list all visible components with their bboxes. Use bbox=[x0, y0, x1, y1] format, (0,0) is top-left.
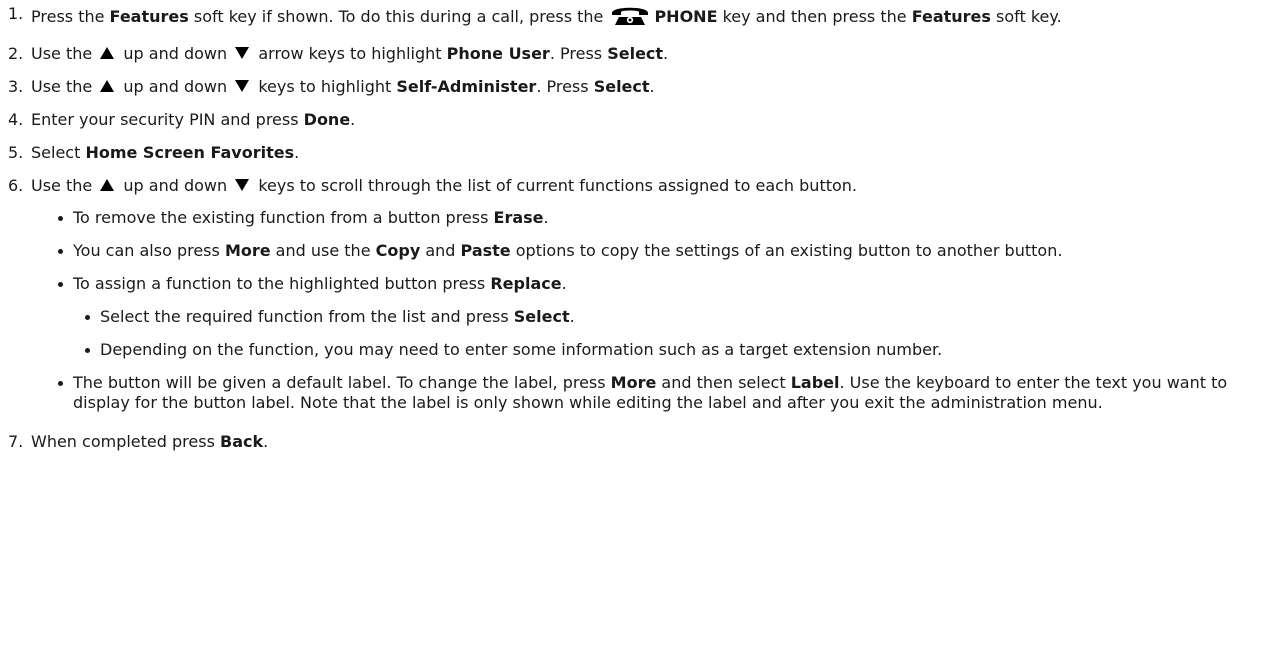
step-number: 3. bbox=[8, 77, 24, 96]
step-1: 1. Press the Features soft key if shown.… bbox=[8, 4, 1266, 31]
step-text: Select Home Screen Favorites. bbox=[31, 143, 300, 162]
arrow-up-icon bbox=[100, 179, 115, 191]
instructions-page: 1. Press the Features soft key if shown.… bbox=[0, 0, 1276, 666]
step-number: 4. bbox=[8, 110, 24, 129]
arrow-down-icon bbox=[235, 47, 250, 59]
step-text: When completed press Back. bbox=[31, 432, 269, 451]
step-number: 5. bbox=[8, 143, 24, 162]
step-3: 3. Use the up and down keys to highlight… bbox=[8, 77, 1266, 97]
bullet-replace: To assign a function to the highlighted … bbox=[58, 274, 1266, 360]
step-6: 6. Use the up and down keys to scroll th… bbox=[8, 176, 1266, 413]
arrow-down-icon bbox=[235, 80, 250, 92]
step-text: Use the up and down arrow keys to highli… bbox=[31, 44, 669, 63]
arrow-down-icon bbox=[235, 179, 250, 191]
step-text: Press the Features soft key if shown. To… bbox=[31, 4, 1266, 31]
sub-bullet-select: Select the required function from the li… bbox=[85, 307, 1266, 327]
step-text: Use the up and down keys to highlight Se… bbox=[31, 77, 655, 96]
step-number: 1. bbox=[8, 4, 24, 23]
step-7: 7. When completed press Back. bbox=[8, 432, 1266, 452]
bullet-copy-paste: You can also press More and use the Copy… bbox=[58, 241, 1266, 261]
step-number: 7. bbox=[8, 432, 24, 451]
step-text: Enter your security PIN and press Done. bbox=[31, 110, 356, 129]
step-number: 6. bbox=[8, 176, 24, 195]
phone-icon bbox=[610, 4, 650, 31]
bullet-label: The button will be given a default label… bbox=[58, 373, 1266, 413]
step-2: 2. Use the up and down arrow keys to hig… bbox=[8, 44, 1266, 64]
steps-list: 1. Press the Features soft key if shown.… bbox=[8, 4, 1276, 452]
sub-bullet-depending: Depending on the function, you may need … bbox=[85, 340, 1266, 360]
step-number: 2. bbox=[8, 44, 24, 63]
step-text: Use the up and down keys to scroll throu… bbox=[31, 176, 857, 195]
step-5: 5. Select Home Screen Favorites. bbox=[8, 143, 1266, 163]
arrow-up-icon bbox=[100, 80, 115, 92]
step-4: 4. Enter your security PIN and press Don… bbox=[8, 110, 1266, 130]
replace-sub-bullets: Select the required function from the li… bbox=[73, 307, 1266, 360]
arrow-up-icon bbox=[100, 47, 115, 59]
step-6-bullets: To remove the existing function from a b… bbox=[31, 208, 1266, 413]
bullet-erase: To remove the existing function from a b… bbox=[58, 208, 1266, 228]
